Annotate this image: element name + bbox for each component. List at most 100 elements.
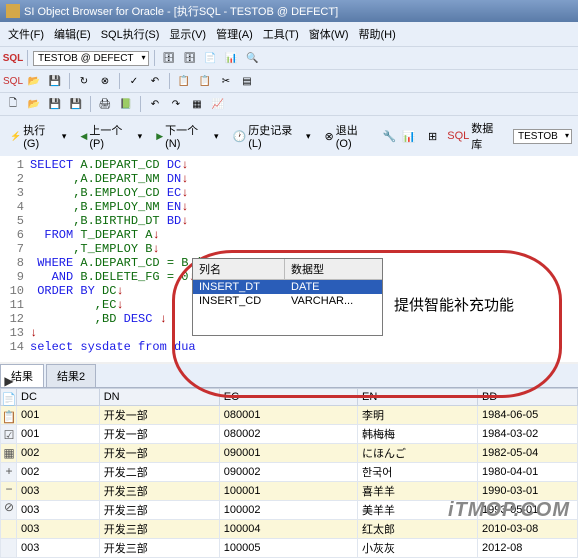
row-handle[interactable] — [1, 520, 17, 539]
cell-en[interactable]: にほんご — [358, 444, 478, 463]
cell-dn[interactable]: 开发三部 — [99, 482, 219, 501]
row-table-icon[interactable]: ▦ — [2, 446, 16, 460]
cell-ec[interactable]: 080002 — [219, 425, 357, 444]
cell-dn[interactable]: 开发一部 — [99, 444, 219, 463]
cell-ec[interactable]: 090001 — [219, 444, 357, 463]
row-doc-icon[interactable]: 📄 — [2, 392, 16, 406]
cell-en[interactable]: 红太郎 — [358, 520, 478, 539]
exec-button[interactable]: ⚡执行(G)▾ — [6, 121, 70, 151]
cell-bd[interactable]: 1990-03-01 — [478, 482, 578, 501]
cell-bd[interactable]: 2010-03-08 — [478, 520, 578, 539]
opt2-icon[interactable]: 📊 — [402, 130, 416, 143]
cell-bd[interactable]: 1980-04-01 — [478, 463, 578, 482]
open-icon[interactable]: 📂 — [25, 72, 43, 90]
row-stop-icon[interactable]: ⊘ — [2, 500, 16, 514]
cell-dn[interactable]: 开发三部 — [99, 520, 219, 539]
table-row[interactable]: 001 开发一部 080002 韩梅梅 1984-03-02 — [1, 425, 578, 444]
redo-icon[interactable]: ↷ — [167, 95, 185, 113]
col-bd[interactable]: BD — [478, 389, 578, 406]
exec-sql-icon[interactable]: SQL — [4, 72, 22, 90]
cell-en[interactable]: 小灰灰 — [358, 539, 478, 558]
table-row[interactable]: 001 开发一部 080001 李明 1984-06-05 — [1, 406, 578, 425]
col-dn[interactable]: DN — [99, 389, 219, 406]
cell-en[interactable]: 喜羊羊 — [358, 482, 478, 501]
popup-row[interactable]: INSERT_CD VARCHAR... — [193, 294, 382, 308]
filter-icon[interactable]: ▤ — [238, 72, 256, 90]
cell-dc[interactable]: 001 — [17, 406, 100, 425]
saveas-icon[interactable]: 💾 — [67, 95, 85, 113]
col-en[interactable]: EN — [358, 389, 478, 406]
excel-icon[interactable]: 📗 — [117, 95, 135, 113]
refresh-icon[interactable]: ↻ — [75, 72, 93, 90]
new-icon[interactable]: 🗋 — [4, 95, 22, 113]
cell-bd[interactable]: 1982-05-04 — [478, 444, 578, 463]
tab-result2[interactable]: 结果2 — [46, 364, 96, 387]
cell-dc[interactable]: 003 — [17, 539, 100, 558]
cell-dn[interactable]: 开发一部 — [99, 406, 219, 425]
menu-help[interactable]: 帮助(H) — [355, 24, 400, 44]
opt3-icon[interactable]: ⊞ — [428, 130, 437, 143]
cell-bd[interactable]: 1984-06-05 — [478, 406, 578, 425]
cell-ec[interactable]: 100002 — [219, 501, 357, 520]
menu-window[interactable]: 窗体(W) — [305, 24, 353, 44]
row-plus-icon[interactable]: + — [2, 464, 16, 478]
col-ec[interactable]: EC — [219, 389, 357, 406]
cell-dn[interactable]: 开发一部 — [99, 425, 219, 444]
cell-dn[interactable]: 开发二部 — [99, 463, 219, 482]
table-row[interactable]: 002 开发二部 090002 한국어 1980-04-01 — [1, 463, 578, 482]
table-icon[interactable]: ▦ — [188, 95, 206, 113]
history-button[interactable]: 🕐历史记录(L)▾ — [229, 121, 315, 151]
cell-dc[interactable]: 003 — [17, 501, 100, 520]
cell-en[interactable]: 李明 — [358, 406, 478, 425]
row-minus-icon[interactable]: − — [2, 482, 16, 496]
save-icon[interactable]: 💾 — [46, 72, 64, 90]
popup-row-selected[interactable]: INSERT_DT DATE — [193, 280, 382, 294]
undo-icon[interactable]: ↶ — [146, 95, 164, 113]
cell-dc[interactable]: 001 — [17, 425, 100, 444]
table-row[interactable]: 003 开发三部 100004 红太郎 2010-03-08 — [1, 520, 578, 539]
cell-dc[interactable]: 002 — [17, 463, 100, 482]
cell-dc[interactable]: 003 — [17, 482, 100, 501]
save2-icon[interactable]: 💾 — [46, 95, 64, 113]
next-button[interactable]: ▶下一个(N)▾ — [152, 121, 222, 151]
cell-ec[interactable]: 080001 — [219, 406, 357, 425]
copy-icon[interactable]: 📋 — [175, 72, 193, 90]
row-handle[interactable] — [1, 539, 17, 558]
table-row[interactable]: 002 开发一部 090001 にほんご 1982-05-04 — [1, 444, 578, 463]
cell-ec[interactable]: 100004 — [219, 520, 357, 539]
menu-sql[interactable]: SQL执行(S) — [97, 24, 164, 44]
chart-icon[interactable]: 📈 — [209, 95, 227, 113]
rollback-icon[interactable]: ↶ — [146, 72, 164, 90]
cut-icon[interactable]: ✂ — [217, 72, 235, 90]
script-icon[interactable]: 📄 — [202, 49, 220, 67]
table-row[interactable]: 003 开发三部 100001 喜羊羊 1990-03-01 — [1, 482, 578, 501]
cell-dn[interactable]: 开发三部 — [99, 539, 219, 558]
cell-ec[interactable]: 100005 — [219, 539, 357, 558]
row-copy-icon[interactable]: 📋 — [2, 410, 16, 424]
menu-tools[interactable]: 工具(T) — [259, 24, 303, 44]
menu-display[interactable]: 显示(V) — [165, 24, 210, 44]
prev-button[interactable]: ◀上一个(P)▾ — [76, 121, 146, 151]
cell-dn[interactable]: 开发三部 — [99, 501, 219, 520]
commit-icon[interactable]: ✓ — [125, 72, 143, 90]
menu-edit[interactable]: 编辑(E) — [50, 24, 95, 44]
db-label[interactable]: SQL数据库 — [443, 119, 507, 153]
result-grid[interactable]: DC DN EC EN BD 001 开发一部 080001 李明 1984-0… — [0, 388, 578, 558]
cell-en[interactable]: 한국어 — [358, 463, 478, 482]
menu-manage[interactable]: 管理(A) — [212, 24, 257, 44]
autocomplete-popup[interactable]: 列名 数据型 INSERT_DT DATE INSERT_CD VARCHAR.… — [192, 258, 383, 336]
print-icon[interactable]: 🖨 — [96, 95, 114, 113]
find-icon[interactable]: 🔍 — [244, 49, 262, 67]
paste-icon[interactable]: 📋 — [196, 72, 214, 90]
opt1-icon[interactable]: 🔧 — [383, 130, 397, 143]
connection-combo[interactable]: TESTOB @ DEFECT — [33, 51, 149, 66]
db-icon[interactable]: 🗄 — [160, 49, 178, 67]
menu-file[interactable]: 文件(F) — [4, 24, 48, 44]
cell-bd[interactable]: 2012-08 — [478, 539, 578, 558]
cell-ec[interactable]: 100001 — [219, 482, 357, 501]
cell-en[interactable]: 韩梅梅 — [358, 425, 478, 444]
exit-button[interactable]: ⊗退出(O) — [321, 121, 377, 151]
open2-icon[interactable]: 📂 — [25, 95, 43, 113]
graph-icon[interactable]: 📊 — [223, 49, 241, 67]
db-add-icon[interactable]: 🗄 — [181, 49, 199, 67]
